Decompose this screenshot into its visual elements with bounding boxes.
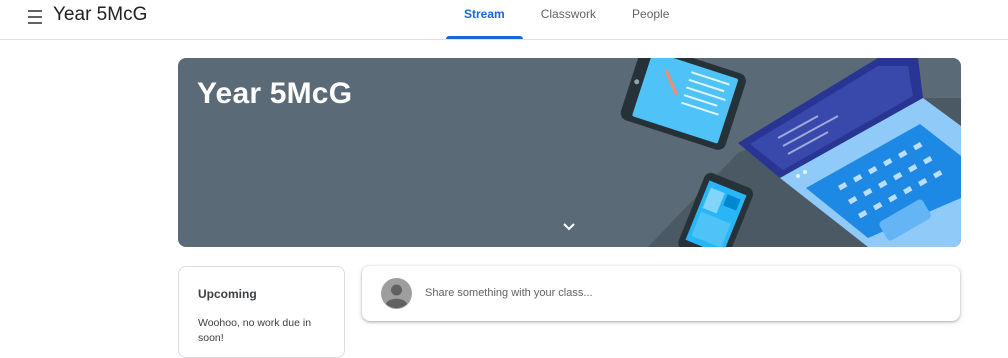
upcoming-title: Upcoming xyxy=(198,287,257,301)
tab-classwork[interactable]: Classwork xyxy=(523,0,614,39)
class-banner: Year 5McG xyxy=(178,58,961,247)
default-avatar-icon xyxy=(381,278,412,309)
banner-title: Year 5McG xyxy=(197,77,353,110)
hamburger-menu-icon[interactable] xyxy=(24,7,46,27)
share-post-box[interactable]: Share something with your class... xyxy=(362,266,960,321)
share-placeholder: Share something with your class... xyxy=(425,287,593,299)
chevron-down-icon[interactable] xyxy=(560,220,578,234)
class-title[interactable]: Year 5McG xyxy=(53,4,147,26)
tab-stream[interactable]: Stream xyxy=(446,0,523,39)
upcoming-message: Woohoo, no work due in soon! xyxy=(198,317,312,344)
tab-people[interactable]: People xyxy=(614,0,687,39)
top-app-bar: Year 5McG Stream Classwork People xyxy=(0,0,1008,40)
upcoming-card: Upcoming Woohoo, no work due in soon! xyxy=(178,266,345,358)
tab-bar: Stream Classwork People xyxy=(446,0,687,39)
